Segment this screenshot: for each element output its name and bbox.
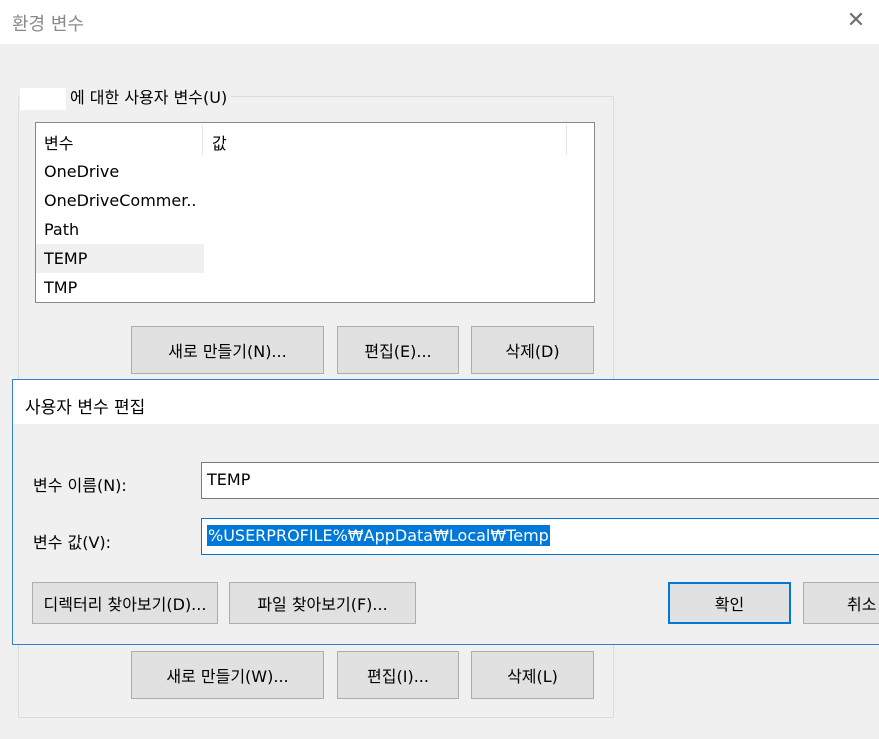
ok-button[interactable]: 확인 (668, 582, 791, 624)
column-header-name[interactable]: 변수 (44, 130, 73, 154)
delete-system-variable-button[interactable]: 삭제(L) (471, 651, 594, 699)
edit-user-variable-button[interactable]: 편집(E)... (337, 326, 459, 374)
user-variables-list[interactable]: 변수 값 OneDrive OneDriveCommer.. Path TEMP… (35, 122, 595, 303)
browse-directory-button[interactable]: 디렉터리 찾아보기(D)... (32, 582, 218, 624)
list-item[interactable]: OneDriveCommer.. (36, 186, 204, 215)
delete-user-variable-button[interactable]: 삭제(D) (471, 326, 594, 374)
redacted-username (20, 87, 66, 110)
variable-value-field[interactable]: %USERPROFILE%₩AppData₩Local₩Temp (201, 518, 879, 555)
new-system-variable-button[interactable]: 새로 만들기(W)... (131, 651, 324, 699)
browse-file-button[interactable]: 파일 찾아보기(F)... (229, 582, 416, 624)
dialog-title: 사용자 변수 편집 (25, 398, 146, 418)
user-variables-group-label: 에 대한 사용자 변수(U) (20, 84, 232, 110)
column-header-value[interactable]: 값 (212, 130, 227, 154)
list-item[interactable]: OneDrive (36, 157, 204, 186)
cancel-button[interactable]: 취소 (803, 582, 879, 624)
variable-value-label: 변수 값(V): (33, 533, 112, 552)
selected-value-text: %USERPROFILE%₩AppData₩Local₩Temp (207, 525, 550, 546)
variable-name-label: 변수 이름(N): (33, 476, 127, 495)
close-icon[interactable]: ✕ (843, 6, 869, 36)
variable-name-field[interactable]: TEMP (201, 462, 879, 499)
column-divider[interactable] (566, 125, 567, 155)
edit-system-variable-button[interactable]: 편집(I)... (337, 651, 459, 699)
edit-user-variable-dialog: 사용자 변수 편집 변수 이름(N): TEMP 변수 값(V): %USERP… (12, 379, 879, 645)
list-item[interactable]: Path (36, 215, 204, 244)
env-window-titlebar (0, 0, 879, 44)
column-divider[interactable] (202, 125, 203, 155)
list-item[interactable]: TMP (36, 273, 204, 302)
user-variables-label-text: 에 대한 사용자 변수(U) (70, 88, 228, 107)
list-item-selected[interactable]: TEMP (36, 244, 204, 273)
new-user-variable-button[interactable]: 새로 만들기(N)... (131, 326, 324, 374)
env-window-title: 환경 변수 (12, 14, 84, 35)
